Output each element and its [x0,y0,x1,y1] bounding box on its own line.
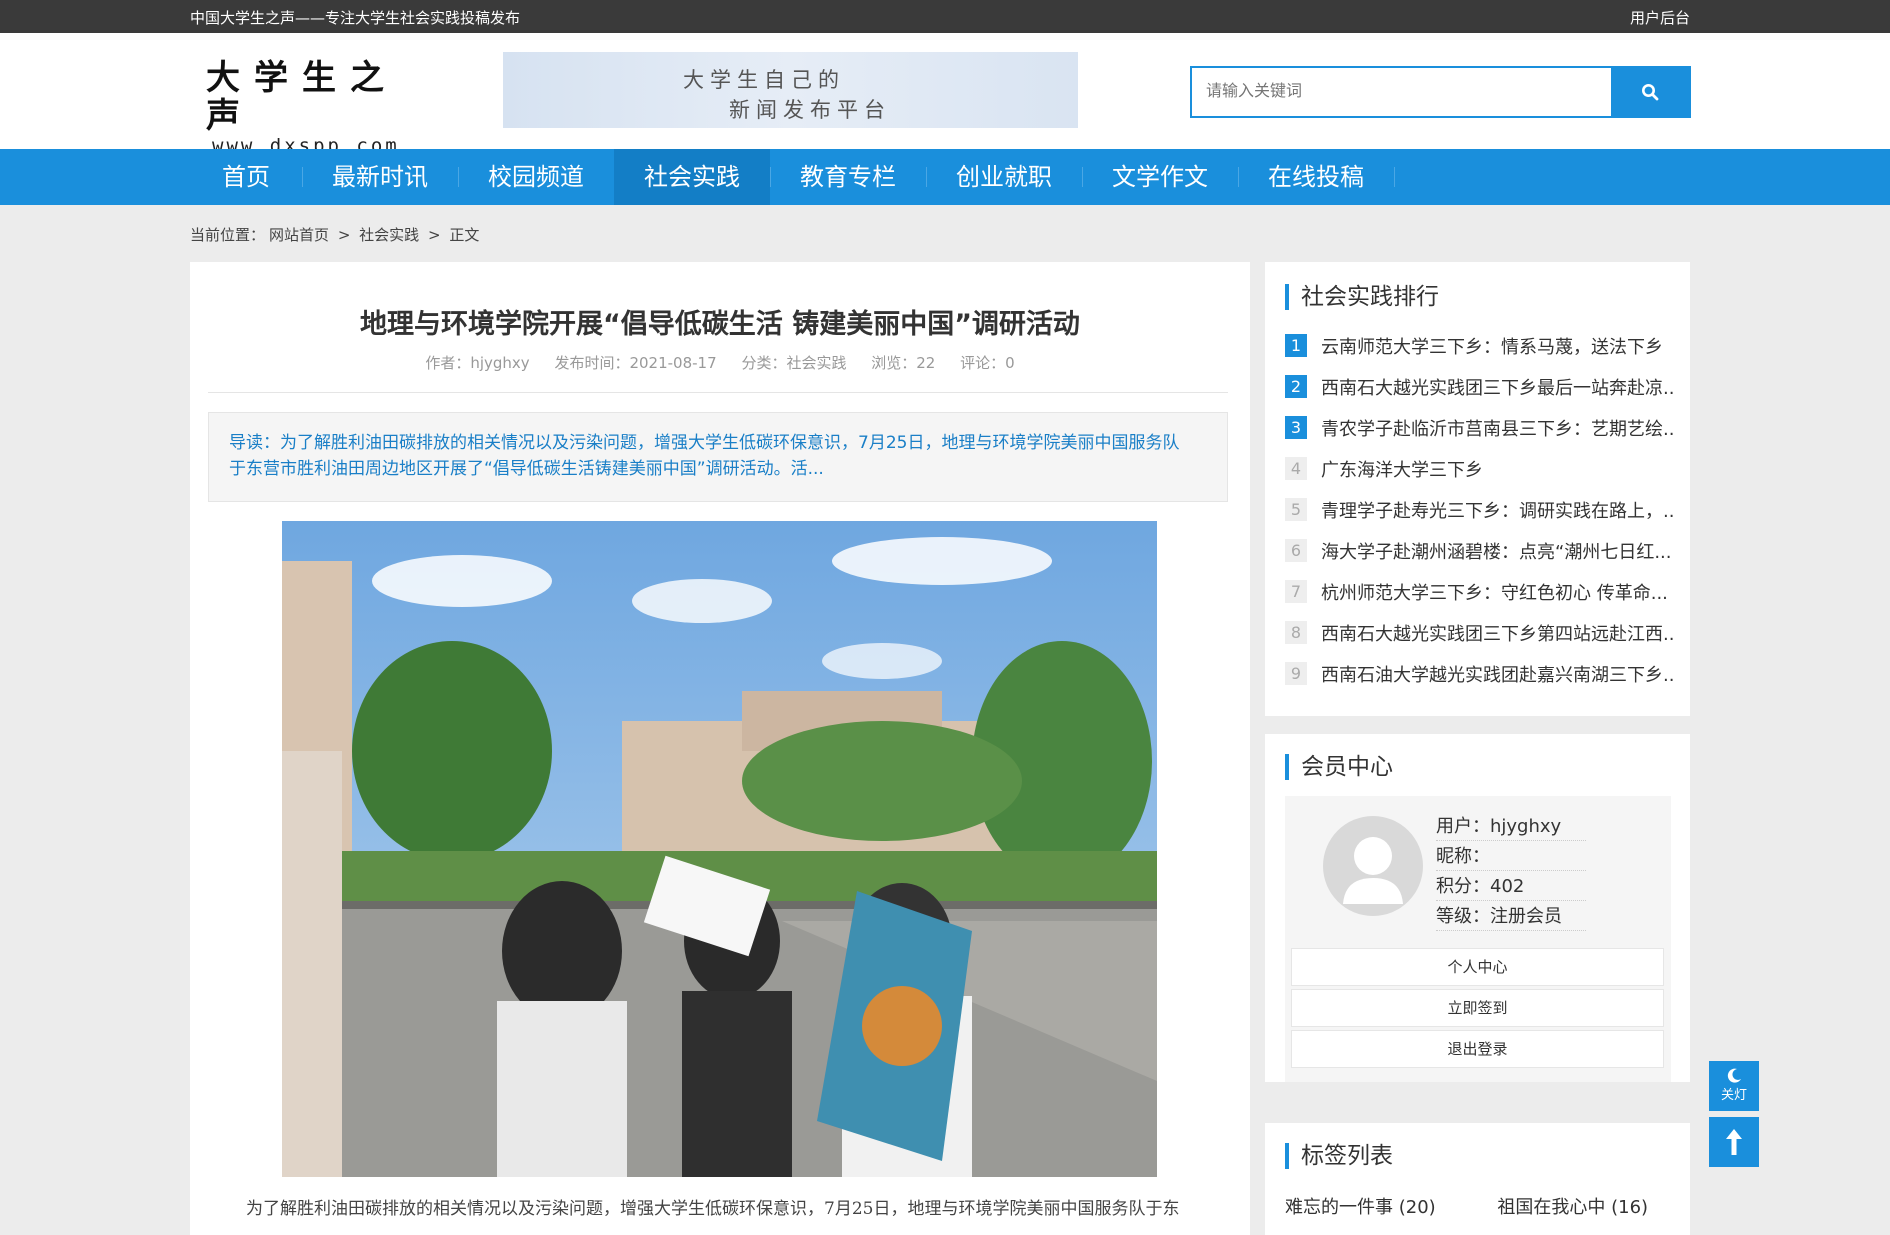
tag-item[interactable]: 祖国在我心中 (16) [1497,1197,1648,1218]
tags-panel: 标签列表 难忘的一件事 (20) 祖国在我心中 (16) [1265,1123,1690,1235]
search-icon [1642,84,1659,101]
back-to-top-button[interactable] [1709,1117,1759,1167]
rank-number: 6 [1285,539,1307,562]
avatar[interactable] [1323,816,1423,916]
rank-title: 杭州师范大学三下乡：守红色初心 传革命... [1321,583,1668,603]
nav-home[interactable]: 首页 [190,149,302,205]
rank-title: 广东海洋大学三下乡 [1321,460,1483,480]
main-nav: 首页 最新时讯 校园频道 社会实践 教育专栏 创业就职 文学作文 在线投稿 [0,149,1890,205]
rank-title: 云南师范大学三下乡：情系马蔑，送法下乡 [1321,337,1663,357]
moon-icon [1727,1068,1741,1083]
rank-number: 7 [1285,580,1307,603]
rank-title: 西南石大越光实践团三下乡第四站远赴江西... [1321,624,1675,644]
banner-line-1: 大学生自己的 [683,68,845,92]
rank-number: 4 [1285,457,1307,480]
article-category: 分类：社会实践 [741,354,847,372]
rank-title: 青农学子赴临沂市莒南县三下乡：艺期艺绘... [1321,419,1675,439]
ranking-item[interactable]: 5 青理学子赴寿光三下乡：调研实践在路上，... [1285,497,1675,521]
sign-in-button[interactable]: 立即签到 [1291,989,1664,1027]
ranking-item[interactable]: 3 青农学子赴临沂市莒南县三下乡：艺期艺绘... [1285,415,1675,439]
article-comments: 评论：0 [960,354,1015,372]
personal-center-button[interactable]: 个人中心 [1291,948,1664,986]
nav-campus[interactable]: 校园频道 [458,149,614,205]
photo-illustration [282,521,1157,1177]
nav-social-practice[interactable]: 社会实践 [614,149,770,205]
logo-name: 大学生之声 [206,58,398,136]
rank-number: 8 [1285,621,1307,644]
divider [208,392,1228,393]
member-nickname: 昵称： [1436,844,1586,871]
banner-line-2: 新闻发布平台 [729,98,891,122]
user-icon [1343,837,1403,904]
breadcrumb-category[interactable]: 社会实践 [359,226,419,244]
rank-number: 3 [1285,416,1307,439]
member-user: 用户：hjyghxy [1436,814,1586,841]
member-box: 用户：hjyghxy 昵称： 积分：402 等级：注册会员 个人中心 立即签到 … [1285,796,1671,1082]
nav-divider [1394,167,1395,187]
light-toggle-label: 关灯 [1720,1088,1747,1103]
article-photo [282,521,1157,1177]
member-level: 等级：注册会员 [1436,904,1586,931]
article-date: 发布时间：2021-08-17 [554,354,717,372]
breadcrumb: 当前位置： 网站首页 > 社会实践 > 正文 [190,224,483,245]
logout-button[interactable]: 退出登录 [1291,1030,1664,1068]
search-input[interactable] [1192,68,1612,116]
ranking-item[interactable]: 7 杭州师范大学三下乡：守红色初心 传革命... [1285,579,1675,603]
ranking-item[interactable]: 6 海大学子赴潮州涵碧楼：点亮“潮州七日红... [1285,538,1675,562]
tags-title: 标签列表 [1285,1143,1393,1169]
rank-number: 5 [1285,498,1307,521]
rank-title: 西南石油大学越光实践团赴嘉兴南湖三下乡... [1321,665,1675,685]
member-panel: 会员中心 用户：hjyghxy 昵称： 积分：402 等级：注册会员 个人中心 … [1265,734,1690,1082]
article-meta: 作者：hjyghxy 发布时间：2021-08-17 分类：社会实践 浏览：22… [190,352,1250,373]
arrow-up-icon [1726,1129,1742,1155]
article-title: 地理与环境学院开展“倡导低碳生活 铸建美丽中国”调研活动 [360,309,1080,340]
site-logo[interactable]: 大学生之声 www.dxspp.com [206,59,436,157]
ranking-item[interactable]: 1 云南师范大学三下乡：情系马蔑，送法下乡 [1285,333,1675,357]
member-title: 会员中心 [1285,754,1393,780]
article-author: 作者：hjyghxy [425,354,530,372]
article-panel: 地理与环境学院开展“倡导低碳生活 铸建美丽中国”调研活动 作者：hjyghxy … [190,262,1250,1235]
site-header: 大学生之声 www.dxspp.com 大学生自己的 新闻发布平台 [0,33,1890,157]
member-points: 积分：402 [1436,874,1586,901]
rank-number: 2 [1285,375,1307,398]
nav-latest-news[interactable]: 最新时讯 [302,149,458,205]
tag-list: 难忘的一件事 (20) 祖国在我心中 (16) [1285,1193,1648,1219]
breadcrumb-home[interactable]: 网站首页 [269,226,329,244]
tag-item[interactable]: 难忘的一件事 (20) [1285,1197,1436,1218]
search-button[interactable] [1611,68,1689,116]
nav-education[interactable]: 教育专栏 [770,149,926,205]
header-banner: 大学生自己的 新闻发布平台 [503,52,1078,128]
top-bar: 中国大学生之声——专注大学生社会实践投稿发布 用户后台 [0,0,1890,33]
rank-title: 青理学子赴寿光三下乡：调研实践在路上，... [1321,501,1675,521]
rank-number: 1 [1285,334,1307,357]
rank-number: 9 [1285,662,1307,685]
lead-line-2: 于东营市胜利油田周边地区开展了“倡导低碳生活铸建美丽中国”调研活动。活... [229,459,824,479]
light-toggle-button[interactable]: 关灯 [1709,1061,1759,1111]
nav-submit-online[interactable]: 在线投稿 [1238,149,1394,205]
nav-literature[interactable]: 文学作文 [1082,149,1238,205]
ranking-item[interactable]: 8 西南石大越光实践团三下乡第四站远赴江西... [1285,620,1675,644]
ranking-panel: 社会实践排行 1 云南师范大学三下乡：情系马蔑，送法下乡 2 西南石大越光实践团三下… [1265,262,1690,716]
nav-career[interactable]: 创业就职 [926,149,1082,205]
ranking-title: 社会实践排行 [1285,284,1439,310]
ranking-item[interactable]: 4 广东海洋大学三下乡 [1285,456,1675,480]
article-lead: 导读：为了解胜利油田碳排放的相关情况以及污染问题，增强大学生低碳环保意识，7月2… [208,412,1228,502]
breadcrumb-current: 正文 [449,226,480,244]
ranking-item[interactable]: 9 西南石油大学越光实践团赴嘉兴南湖三下乡... [1285,661,1675,685]
breadcrumb-separator: > [427,226,441,244]
search-box [1190,66,1691,118]
article-body: 为了解胜利油田碳排放的相关情况以及污染问题，增强大学生低碳环保意识，7月25日，… [246,1199,1180,1219]
lead-line-1: 导读：为了解胜利油田碳排放的相关情况以及污染问题，增强大学生低碳环保意识，7月2… [229,433,1180,453]
ranking-item[interactable]: 2 西南石大越光实践团三下乡最后一站奔赴凉... [1285,374,1675,398]
article-views: 浏览：22 [871,354,936,372]
rank-title: 西南石大越光实践团三下乡最后一站奔赴凉... [1321,378,1675,398]
rank-title: 海大学子赴潮州涵碧楼：点亮“潮州七日红... [1321,542,1672,562]
breadcrumb-separator: > [337,226,351,244]
site-slogan: 中国大学生之声——专注大学生社会实践投稿发布 [190,9,521,27]
breadcrumb-prefix: 当前位置： [190,226,266,244]
user-admin-link[interactable]: 用户后台 [1630,7,1690,28]
